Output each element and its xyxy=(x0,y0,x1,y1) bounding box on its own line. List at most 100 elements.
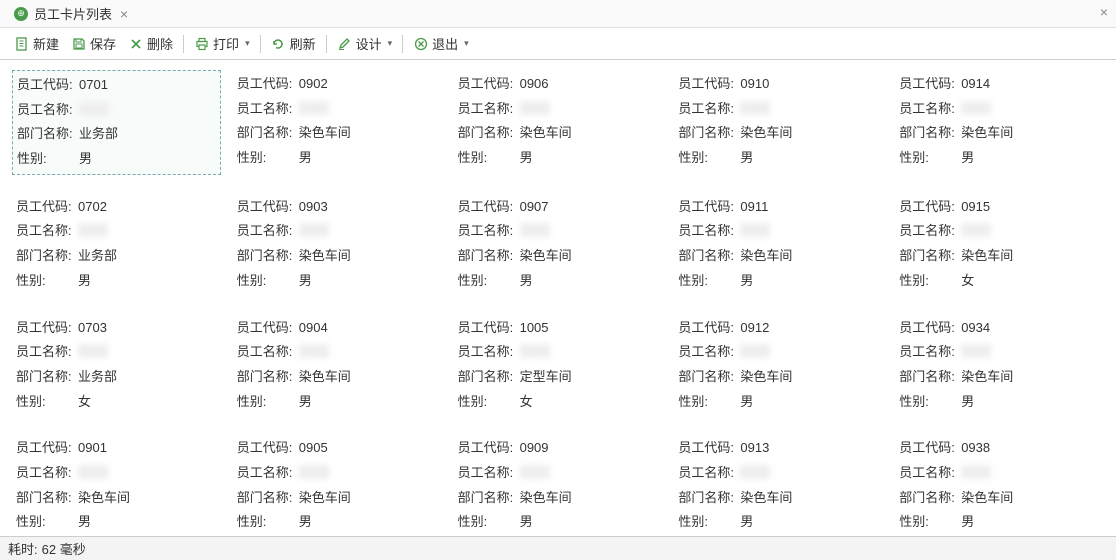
card-row-gender: 性别:男 xyxy=(237,146,438,171)
toolbar: 新建 保存 删除 打印 ▾ 刷新 设计 ▾ xyxy=(0,28,1116,60)
card-row-name: 员工名称: xyxy=(237,97,438,122)
employee-card[interactable]: 员工代码:0934员工名称:部门名称:染色车间性别:男 xyxy=(895,314,1104,417)
employee-card[interactable]: 员工代码:0901员工名称:部门名称:染色车间性别:男 xyxy=(12,434,221,536)
card-row-name: 员工名称: xyxy=(899,97,1100,122)
field-value-gender: 男 xyxy=(740,390,753,415)
save-button[interactable]: 保存 xyxy=(65,31,122,56)
field-value-code: 0938 xyxy=(961,436,990,461)
field-label-name: 员工名称: xyxy=(458,97,520,122)
employee-card[interactable]: 员工代码:0914员工名称:部门名称:染色车间性别:男 xyxy=(895,70,1104,175)
field-label-gender: 性别: xyxy=(237,146,299,171)
tab-bar: ⊕ 员工卡片列表 × × xyxy=(0,0,1116,28)
field-value-gender: 女 xyxy=(520,390,533,415)
employee-card[interactable]: 员工代码:0903员工名称:部门名称:染色车间性别:男 xyxy=(233,193,442,296)
employee-card[interactable]: 员工代码:0938员工名称:部门名称:染色车间性别:男 xyxy=(895,434,1104,536)
window-close-icon[interactable]: × xyxy=(1100,4,1108,20)
field-label-gender: 性别: xyxy=(678,269,740,294)
field-value-dept: 染色车间 xyxy=(520,121,572,146)
employee-card[interactable]: 员工代码:0909员工名称:部门名称:染色车间性别:男 xyxy=(454,434,663,536)
card-row-dept: 部门名称:定型车间 xyxy=(458,365,659,390)
field-value-gender: 男 xyxy=(520,510,533,535)
new-label: 新建 xyxy=(33,34,59,53)
field-value-gender: 男 xyxy=(299,269,312,294)
field-value-gender: 男 xyxy=(520,269,533,294)
field-label-gender: 性别: xyxy=(899,269,961,294)
card-row-dept: 部门名称:染色车间 xyxy=(678,121,879,146)
card-row-gender: 性别:男 xyxy=(16,269,217,294)
new-button[interactable]: 新建 xyxy=(8,31,65,56)
card-row-code: 员工代码:0912 xyxy=(678,316,879,341)
employee-card[interactable]: 员工代码:0703员工名称:部门名称:业务部性别:女 xyxy=(12,314,221,417)
field-value-dept: 业务部 xyxy=(79,122,118,147)
field-label-gender: 性别: xyxy=(237,510,299,535)
card-row-gender: 性别:男 xyxy=(237,510,438,535)
employee-card[interactable]: 员工代码:0702员工名称:部门名称:业务部性别:男 xyxy=(12,193,221,296)
employee-card[interactable]: 员工代码:0701员工名称:部门名称:业务部性别:男 xyxy=(12,70,221,175)
field-label-code: 员工代码: xyxy=(458,72,520,97)
toolbar-separator xyxy=(402,35,403,53)
employee-card[interactable]: 员工代码:0910员工名称:部门名称:染色车间性别:男 xyxy=(674,70,883,175)
card-row-dept: 部门名称:业务部 xyxy=(16,244,217,269)
refresh-button[interactable]: 刷新 xyxy=(265,31,322,56)
card-row-dept: 部门名称:染色车间 xyxy=(237,121,438,146)
card-row-dept: 部门名称:染色车间 xyxy=(237,244,438,269)
employee-card[interactable]: 员工代码:0913员工名称:部门名称:染色车间性别:男 xyxy=(674,434,883,536)
card-row-name: 员工名称: xyxy=(16,340,217,365)
field-label-name: 员工名称: xyxy=(16,461,78,486)
field-value-code: 0912 xyxy=(740,316,769,341)
field-value-dept: 染色车间 xyxy=(740,486,792,511)
save-icon xyxy=(71,36,86,51)
field-label-gender: 性别: xyxy=(16,510,78,535)
status-prefix: 耗时: xyxy=(8,539,38,558)
field-value-dept: 业务部 xyxy=(78,365,117,390)
employee-card[interactable]: 员工代码:0905员工名称:部门名称:染色车间性别:男 xyxy=(233,434,442,536)
card-row-name: 员工名称: xyxy=(678,97,879,122)
field-value-dept: 染色车间 xyxy=(78,486,130,511)
employee-card[interactable]: 员工代码:0912员工名称:部门名称:染色车间性别:男 xyxy=(674,314,883,417)
field-value-gender: 男 xyxy=(961,390,974,415)
card-row-gender: 性别:男 xyxy=(458,146,659,171)
card-row-dept: 部门名称:染色车间 xyxy=(458,244,659,269)
card-row-code: 员工代码:0701 xyxy=(17,73,216,98)
field-label-dept: 部门名称: xyxy=(899,365,961,390)
refresh-icon xyxy=(271,36,286,51)
card-row-gender: 性别:男 xyxy=(237,390,438,415)
delete-button[interactable]: 删除 xyxy=(122,31,179,56)
card-row-name: 员工名称: xyxy=(458,97,659,122)
card-row-name: 员工名称: xyxy=(678,340,879,365)
employee-card[interactable]: 员工代码:0907员工名称:部门名称:染色车间性别:男 xyxy=(454,193,663,296)
field-label-name: 员工名称: xyxy=(16,340,78,365)
exit-button[interactable]: 退出 ▾ xyxy=(407,31,475,56)
employee-card[interactable]: 员工代码:1005员工名称:部门名称:定型车间性别:女 xyxy=(454,314,663,417)
field-value-name xyxy=(520,344,550,358)
employee-card[interactable]: 员工代码:0904员工名称:部门名称:染色车间性别:男 xyxy=(233,314,442,417)
design-button[interactable]: 设计 ▾ xyxy=(331,31,399,56)
field-value-gender: 男 xyxy=(740,269,753,294)
chevron-down-icon: ▾ xyxy=(464,38,469,49)
employee-card[interactable]: 员工代码:0902员工名称:部门名称:染色车间性别:男 xyxy=(233,70,442,175)
employee-card[interactable]: 员工代码:0906员工名称:部门名称:染色车间性别:男 xyxy=(454,70,663,175)
field-label-name: 员工名称: xyxy=(899,340,961,365)
globe-icon: ⊕ xyxy=(14,7,28,21)
card-row-name: 员工名称: xyxy=(17,98,216,123)
employee-card[interactable]: 员工代码:0915员工名称:部门名称:染色车间性别:女 xyxy=(895,193,1104,296)
field-label-code: 员工代码: xyxy=(899,436,961,461)
tab-close-icon[interactable]: × xyxy=(120,7,128,21)
field-label-code: 员工代码: xyxy=(899,195,961,220)
field-label-dept: 部门名称: xyxy=(678,365,740,390)
employee-card[interactable]: 员工代码:0911员工名称:部门名称:染色车间性别:男 xyxy=(674,193,883,296)
field-label-dept: 部门名称: xyxy=(237,244,299,269)
card-grid: 员工代码:0701员工名称:部门名称:业务部性别:男员工代码:0702员工名称:… xyxy=(0,60,1116,536)
field-value-code: 0702 xyxy=(78,195,107,220)
field-value-code: 0906 xyxy=(520,72,549,97)
card-row-code: 员工代码:0906 xyxy=(458,72,659,97)
print-button[interactable]: 打印 ▾ xyxy=(188,31,256,56)
field-label-gender: 性别: xyxy=(458,390,520,415)
tab-employee-card-list[interactable]: ⊕ 员工卡片列表 × xyxy=(6,0,136,27)
field-label-code: 员工代码: xyxy=(237,316,299,341)
field-label-name: 员工名称: xyxy=(237,461,299,486)
card-row-dept: 部门名称:业务部 xyxy=(17,122,216,147)
field-value-name xyxy=(78,465,108,479)
field-value-dept: 业务部 xyxy=(78,244,117,269)
field-value-gender: 男 xyxy=(740,146,753,171)
